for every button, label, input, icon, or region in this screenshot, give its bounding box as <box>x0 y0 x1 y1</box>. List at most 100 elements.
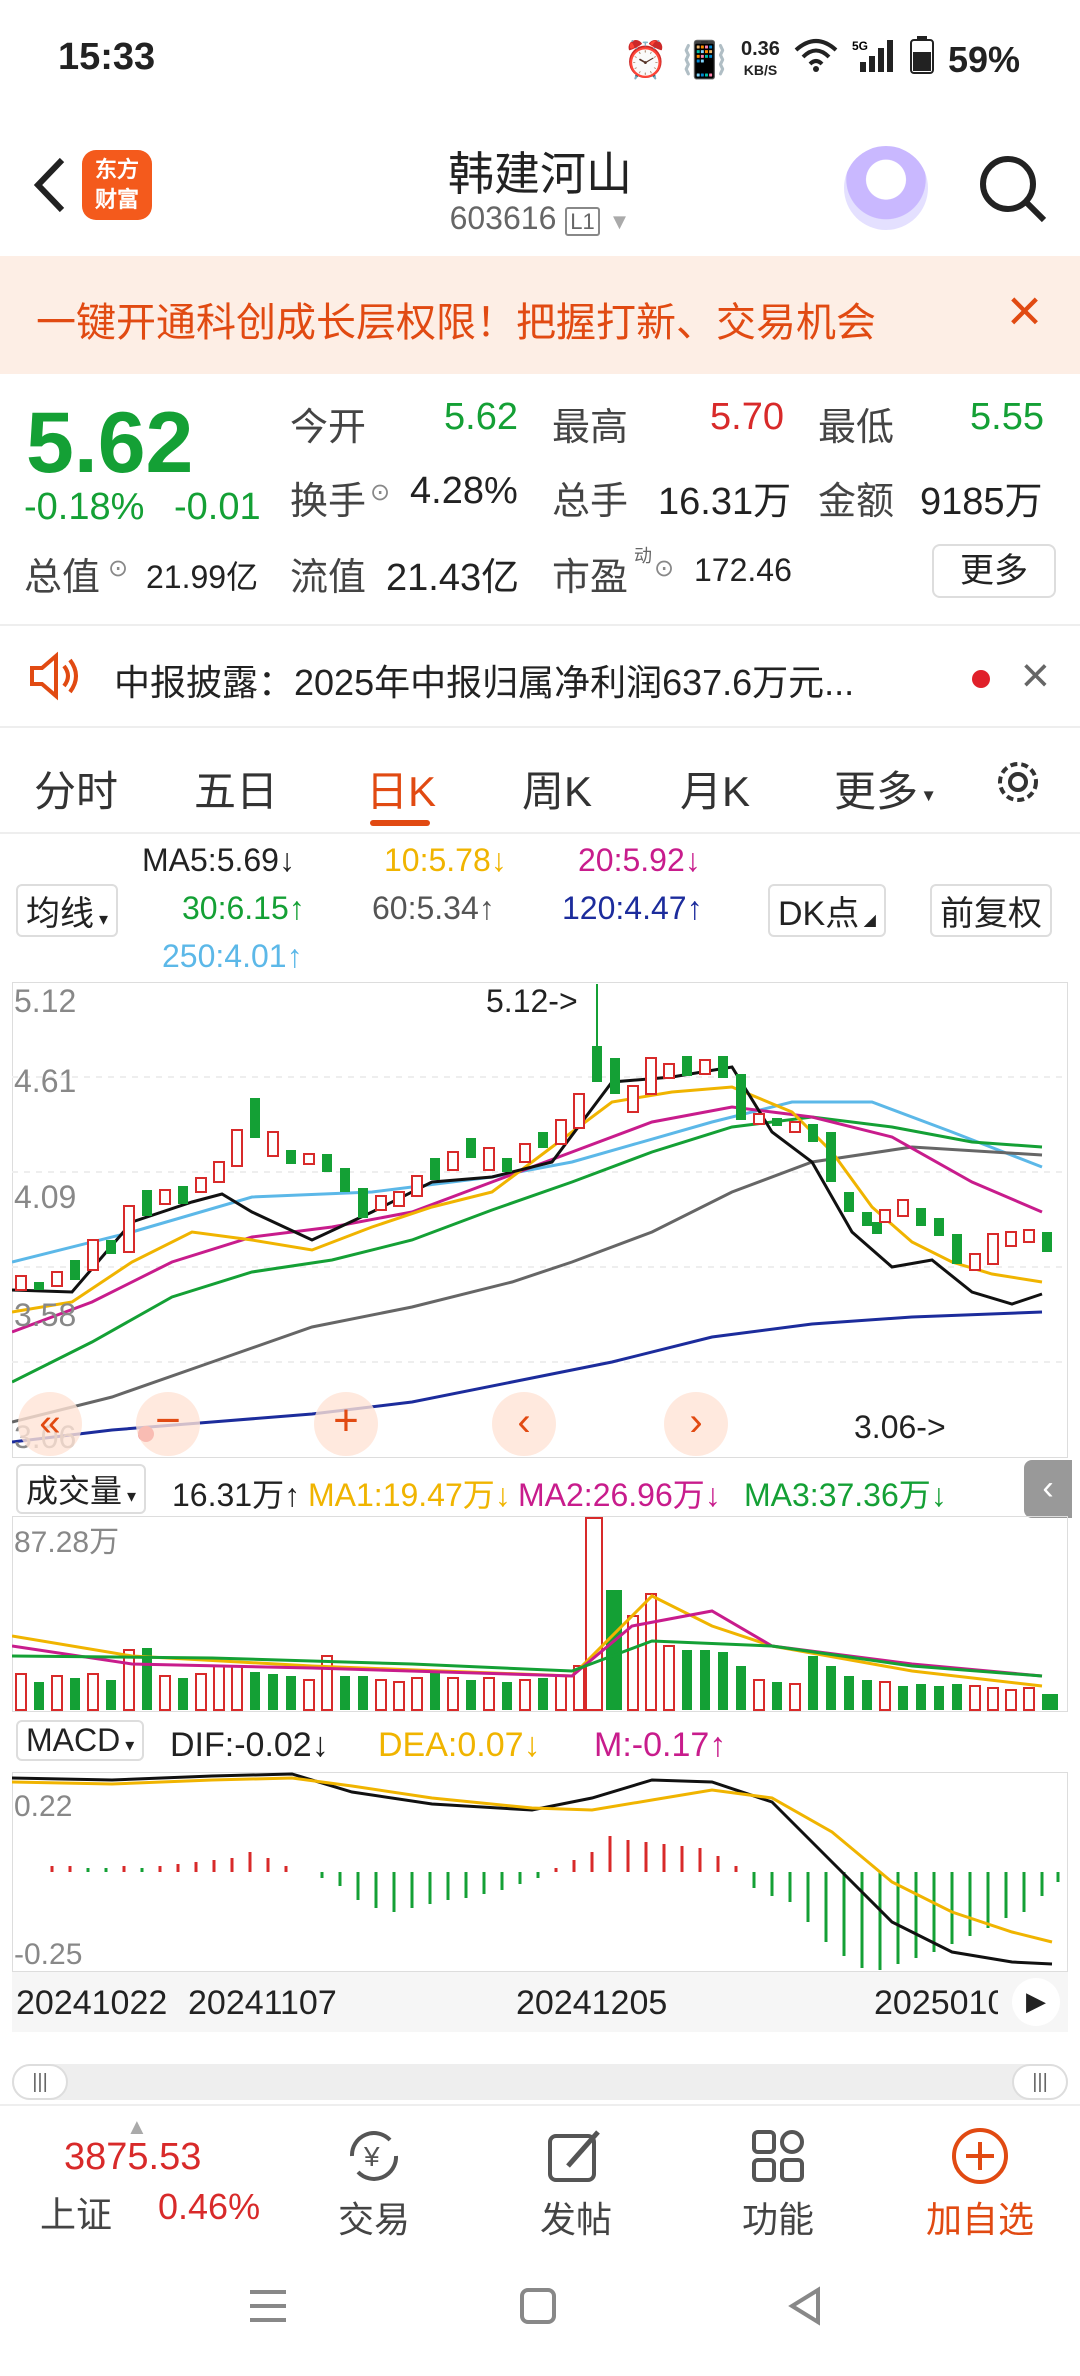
post-button[interactable]: 发帖 <box>506 2126 646 2243</box>
unread-dot <box>972 670 990 688</box>
tab-daily-k[interactable]: 日K <box>366 758 436 819</box>
robot-assistant-icon[interactable] <box>844 146 928 230</box>
ma60-legend: 60:5.34↑ <box>372 890 495 926</box>
caret-down-icon: ▾ <box>120 1735 135 1755</box>
close-icon[interactable]: × <box>1021 646 1050 704</box>
vol-ma3: MA3:37.36万↓ <box>744 1477 947 1513</box>
index-change[interactable]: 0.46% <box>158 2186 260 2228</box>
tab-more[interactable]: 更多 ▾ <box>834 758 934 819</box>
wifi-icon <box>794 38 838 81</box>
high-value: 5.70 <box>710 396 784 438</box>
search-icon[interactable] <box>976 152 1048 224</box>
caret-down-icon: ▾ <box>94 909 109 929</box>
period-tabs: 分时 五日 日K 周K 月K 更多 ▾ <box>0 726 1080 834</box>
info-icon[interactable]: ⊙ <box>654 554 674 583</box>
volume-value: 16.31万↑ <box>172 1477 301 1513</box>
y-tick: 4.61 <box>14 1063 76 1099</box>
gear-icon[interactable] <box>990 754 1046 815</box>
macd-chart[interactable]: 0.22 -0.25 <box>11 1771 1069 1973</box>
battery-level: 59% <box>947 38 1020 80</box>
ma60-line <box>11 1145 1043 1424</box>
status-bar: 15:33 ⏰ 📳 0.36 KB/S 5G 59% <box>0 0 1080 120</box>
notice-bar[interactable]: 中报披露：2025年中报归属净利润637.6万元... × <box>0 626 1080 726</box>
pe-value: 172.46 <box>694 552 792 588</box>
scroll-handle-right[interactable]: ||| <box>1012 2064 1068 2100</box>
home-icon[interactable] <box>516 2284 560 2333</box>
date-label: 20241205 <box>516 1984 668 2022</box>
y-tick: 4.09 <box>14 1179 76 1215</box>
date-label: 20250106 <box>874 1984 998 2022</box>
caret-down-icon: ▾ <box>122 1486 137 1506</box>
add-watchlist-label: 加自选 <box>925 2199 1034 2240</box>
stock-header: 东方 财富 韩建河山 603616 L1 ▼ <box>0 120 1080 256</box>
caret-icon: ◢ <box>859 912 876 929</box>
play-icon[interactable]: ▶ <box>1012 1978 1060 2026</box>
info-icon[interactable]: ⊙ <box>108 554 128 583</box>
index-name[interactable]: 上证 <box>40 2186 112 2238</box>
macd-indicator-selector[interactable]: MACD ▾ <box>16 1720 145 1761</box>
volume-svg: 87.28万 <box>11 1515 1069 1713</box>
close-icon[interactable]: × <box>1007 276 1042 345</box>
volume-bars <box>15 1517 1058 1711</box>
add-circle-icon <box>952 2128 1008 2184</box>
index-value[interactable]: 3875.53 <box>64 2136 201 2179</box>
trade-button[interactable]: ¥ 交易 <box>304 2126 444 2243</box>
ma-selector[interactable]: 均线 ▾ <box>16 884 119 937</box>
info-icon[interactable]: ⊙ <box>370 478 390 507</box>
clock: 15:33 <box>58 36 156 78</box>
macd-dea: DEA:0.07↓ <box>378 1726 541 1764</box>
ma10-legend: 10:5.78↓ <box>384 842 507 878</box>
speaker-icon <box>26 648 82 709</box>
zoom-out-button[interactable]: − <box>136 1392 200 1456</box>
date-axis: 20241022 20241107 20241205 20250106 ▶ <box>12 1972 1068 2032</box>
notice-text: 中报披露：2025年中报归属净利润637.6万元... <box>114 662 855 703</box>
bottom-toolbar: ▲ 3875.53 上证 0.46% ¥ 交易 发帖 功能 加自选 <box>0 2104 1080 2244</box>
function-label: 功能 <box>741 2199 814 2240</box>
kline-chart[interactable]: 5.12 4.61 4.09 3.58 3.06 5.12-> 3.06-> «… <box>11 981 1069 1459</box>
volume-chart[interactable]: 87.28万 <box>11 1515 1069 1713</box>
add-watchlist-button[interactable]: 加自选 <box>910 2126 1050 2243</box>
stock-code: 603616 <box>449 200 557 236</box>
vol-ma1-line <box>11 1594 1043 1688</box>
open-label: 今开 <box>290 407 367 449</box>
back-triangle-icon[interactable] <box>784 2284 828 2333</box>
promo-banner[interactable]: 一键开通科创成长层权限！把握打新、交易机会 × <box>0 256 1080 374</box>
mktcap-label: 总值 <box>24 557 101 599</box>
more-button[interactable]: 更多 <box>932 544 1056 598</box>
max-price-label: 5.12-> <box>486 983 578 1019</box>
signal-icon: 5G <box>852 38 896 81</box>
tab-intraday[interactable]: 分时 <box>34 758 118 819</box>
volume-label: 总手 <box>552 481 629 523</box>
ma30-legend: 30:6.15↑ <box>182 890 305 926</box>
pe-dynamic-mark: 动 <box>634 546 652 566</box>
volume-value: 16.31万 <box>658 481 792 523</box>
low-label: 最低 <box>818 407 895 449</box>
scroll-right-button[interactable]: › <box>664 1392 728 1456</box>
scroll-left-fast-button[interactable]: « <box>18 1392 82 1456</box>
tab-5day[interactable]: 五日 <box>194 758 278 819</box>
adjust-selector[interactable]: 前复权 <box>930 884 1052 937</box>
alarm-icon: ⏰ <box>623 38 669 80</box>
tab-monthly-k[interactable]: 月K <box>680 758 750 819</box>
function-button[interactable]: 功能 <box>708 2126 848 2243</box>
scroll-left-button[interactable]: ‹ <box>492 1392 556 1456</box>
volume-indicator-selector[interactable]: 成交量 ▾ <box>16 1464 147 1514</box>
chart-scrollbar[interactable]: ||| ||| <box>12 2064 1068 2100</box>
status-icons: ⏰ 📳 0.36 KB/S 5G 59% <box>623 36 1020 83</box>
float-label: 流值 <box>290 557 367 599</box>
dk-point-toggle[interactable]: DK点 ◢ <box>768 884 886 937</box>
apps-grid-icon <box>752 2130 804 2182</box>
menu-icon[interactable] <box>246 2284 290 2333</box>
tab-weekly-k[interactable]: 周K <box>522 758 592 819</box>
quote-panel: 5.62 -0.18% -0.01 今开 5.62 最高 5.70 最低 5.5… <box>0 374 1080 624</box>
zoom-in-button[interactable]: + <box>314 1392 378 1456</box>
collapse-panel-button[interactable]: ‹ <box>1024 1460 1072 1518</box>
post-label: 发帖 <box>539 2199 612 2240</box>
date-label: 20241022 <box>16 1984 168 2022</box>
scroll-handle-left[interactable]: ||| <box>12 2064 68 2100</box>
amount-label: 金额 <box>818 481 895 523</box>
level-badge: L1 <box>565 207 600 236</box>
vol-ma3-line <box>11 1639 1043 1678</box>
vol-ma1: MA1:19.47万↓ <box>308 1477 511 1513</box>
dif-line <box>11 1772 1053 1966</box>
